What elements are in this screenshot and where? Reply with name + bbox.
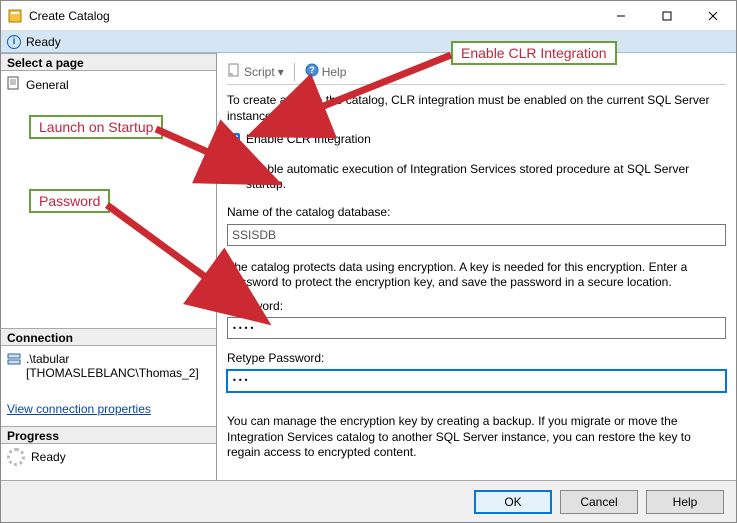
annotation-password: Password (29, 189, 110, 213)
progress-header: Progress (1, 426, 216, 444)
connection-item: .\tabular [THOMASLEBLANC\Thomas_2] (7, 350, 210, 382)
close-button[interactable] (690, 1, 736, 30)
ok-button[interactable]: OK (474, 490, 552, 514)
cancel-button[interactable]: Cancel (560, 490, 638, 514)
auto-exec-checkbox[interactable] (227, 163, 240, 176)
page-icon (7, 76, 21, 93)
db-name-label: Name of the catalog database: (227, 205, 726, 221)
enable-clr-label: Enable CLR Integration (246, 132, 371, 148)
db-name-input[interactable] (227, 224, 726, 246)
select-page-header: Select a page (1, 53, 216, 71)
intro-text: To create and use the catalog, CLR integ… (227, 93, 726, 124)
connection-header: Connection (1, 328, 216, 346)
enable-clr-checkbox[interactable] (227, 133, 240, 146)
titlebar: Create Catalog (1, 1, 736, 31)
help-button[interactable]: ? Help (305, 63, 347, 80)
window-title: Create Catalog (29, 9, 598, 23)
sidebar-item-label: General (26, 78, 69, 92)
annotation-clr: Enable CLR Integration (451, 41, 617, 65)
minimize-button[interactable] (598, 1, 644, 30)
maximize-button[interactable] (644, 1, 690, 30)
main-panel: Script ▾ ? Help To create and use the ca… (217, 53, 736, 480)
encryption-text: The catalog protects data using encrypti… (227, 260, 726, 291)
annotation-startup: Launch on Startup (29, 115, 163, 139)
connection-user: [THOMASLEBLANC\Thomas_2] (26, 366, 199, 380)
help-footer-button[interactable]: Help (646, 490, 724, 514)
connection-server: .\tabular (26, 352, 199, 366)
window-controls (598, 1, 736, 30)
app-icon (7, 8, 23, 24)
server-icon (7, 352, 21, 369)
backup-text: You can manage the encryption key by cre… (227, 414, 726, 461)
footer: OK Cancel Help (1, 480, 736, 522)
retype-password-label: Retype Password: (227, 351, 726, 367)
password-label: Password: (227, 299, 726, 315)
retype-password-input[interactable] (227, 370, 726, 392)
progress-spinner-icon (7, 448, 25, 466)
password-input[interactable] (227, 317, 726, 339)
svg-text:?: ? (309, 65, 315, 75)
script-icon (227, 63, 241, 80)
auto-exec-label: Enable automatic execution of Integratio… (246, 162, 726, 193)
window: Create Catalog i Ready Select a page Gen… (0, 0, 737, 523)
status-bar: i Ready (1, 31, 736, 53)
dropdown-icon: ▾ (278, 65, 284, 79)
status-text: Ready (26, 35, 61, 49)
progress-text: Ready (31, 450, 66, 464)
view-connection-properties-link[interactable]: View connection properties (7, 400, 151, 422)
content: To create and use the catalog, CLR integ… (227, 93, 726, 461)
info-icon: i (7, 35, 21, 49)
script-button[interactable]: Script ▾ (227, 63, 284, 80)
help-icon: ? (305, 63, 319, 80)
sidebar-item-general[interactable]: General (7, 75, 210, 94)
